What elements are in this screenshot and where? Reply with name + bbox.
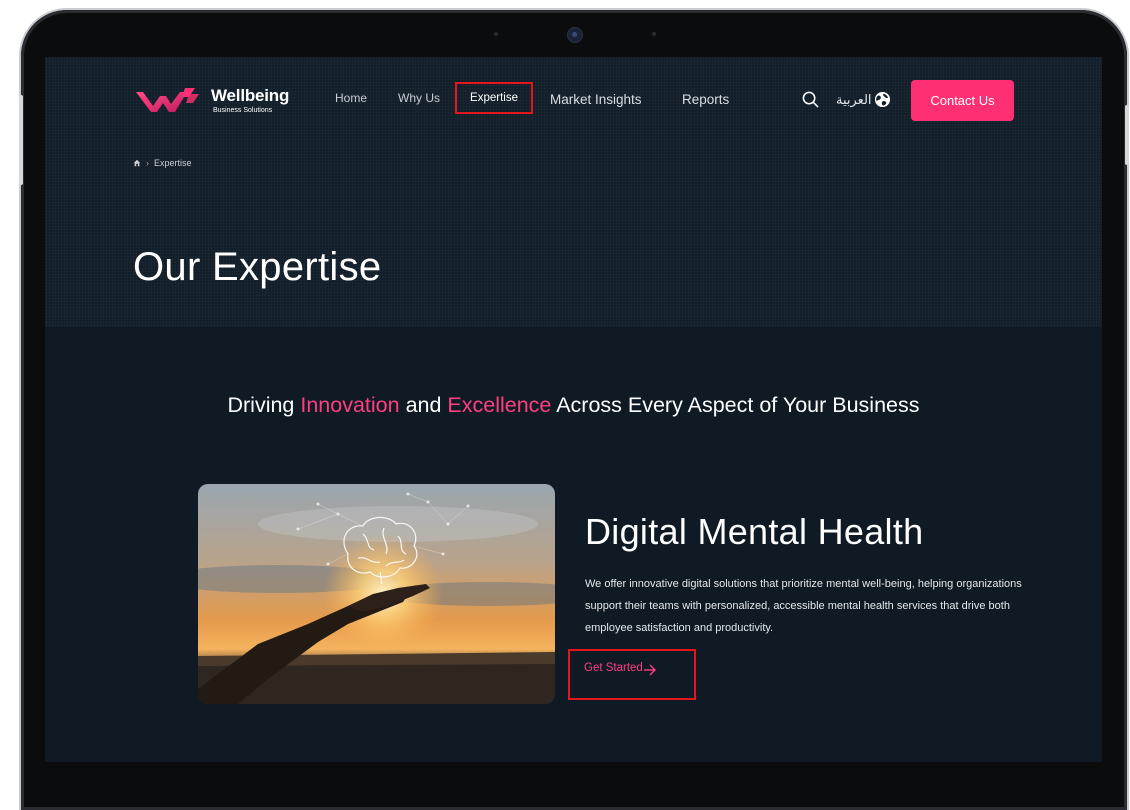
nav-expertise-label: Expertise <box>470 92 518 104</box>
tagline-part-2: and <box>399 393 448 417</box>
brand-logo[interactable]: Wellbeing Business Solutions <box>133 84 293 120</box>
side-button-left <box>19 95 23 185</box>
nav-why-us[interactable]: Why Us <box>398 91 440 105</box>
get-started-link[interactable]: Get Started <box>568 649 696 700</box>
breadcrumb-separator-icon: › <box>146 158 149 168</box>
hero-section: Wellbeing Business Solutions Home Why Us… <box>45 57 1102 327</box>
hand-holding-brain-image <box>198 484 555 704</box>
service-description: We offer innovative digital solutions th… <box>585 578 1022 634</box>
camera-icon <box>567 27 583 43</box>
logo-mark-icon <box>136 88 199 112</box>
breadcrumb: › Expertise <box>133 158 192 168</box>
contact-us-button[interactable]: Contact Us <box>911 80 1014 121</box>
sensor-dot <box>652 32 656 36</box>
tagline-highlight-excellence: Excellence <box>447 393 552 417</box>
side-button-right <box>1125 105 1129 165</box>
website-screen: Wellbeing Business Solutions Home Why Us… <box>45 57 1102 762</box>
nav-market-insights[interactable]: Market Insights <box>550 92 642 107</box>
tagline-highlight-innovation: Innovation <box>300 393 400 417</box>
language-switch[interactable]: العربية <box>836 92 872 108</box>
page-title: Our Expertise <box>133 245 382 289</box>
nav-home[interactable]: Home <box>335 91 367 105</box>
globe-icon[interactable] <box>874 91 891 108</box>
nav-reports[interactable]: Reports <box>682 92 729 107</box>
service-title: Digital Mental Health <box>585 511 924 552</box>
breadcrumb-current: Expertise <box>154 158 192 168</box>
home-icon[interactable] <box>133 159 141 167</box>
search-icon[interactable] <box>802 91 819 108</box>
tagline-part-1: Driving <box>227 393 301 417</box>
section-tagline: Driving Innovation and Excellence Across… <box>45 393 1102 418</box>
brand-name: Wellbeing <box>211 86 290 105</box>
nav-expertise[interactable]: Expertise <box>455 82 533 114</box>
get-started-label: Get Started <box>584 662 643 674</box>
service-image <box>198 484 555 704</box>
sensor-dot <box>494 32 498 36</box>
brand-tagline: Business Solutions <box>213 107 273 114</box>
arrow-right-icon <box>644 664 656 676</box>
tagline-part-3: Across Every Aspect of Your Business <box>551 393 920 417</box>
